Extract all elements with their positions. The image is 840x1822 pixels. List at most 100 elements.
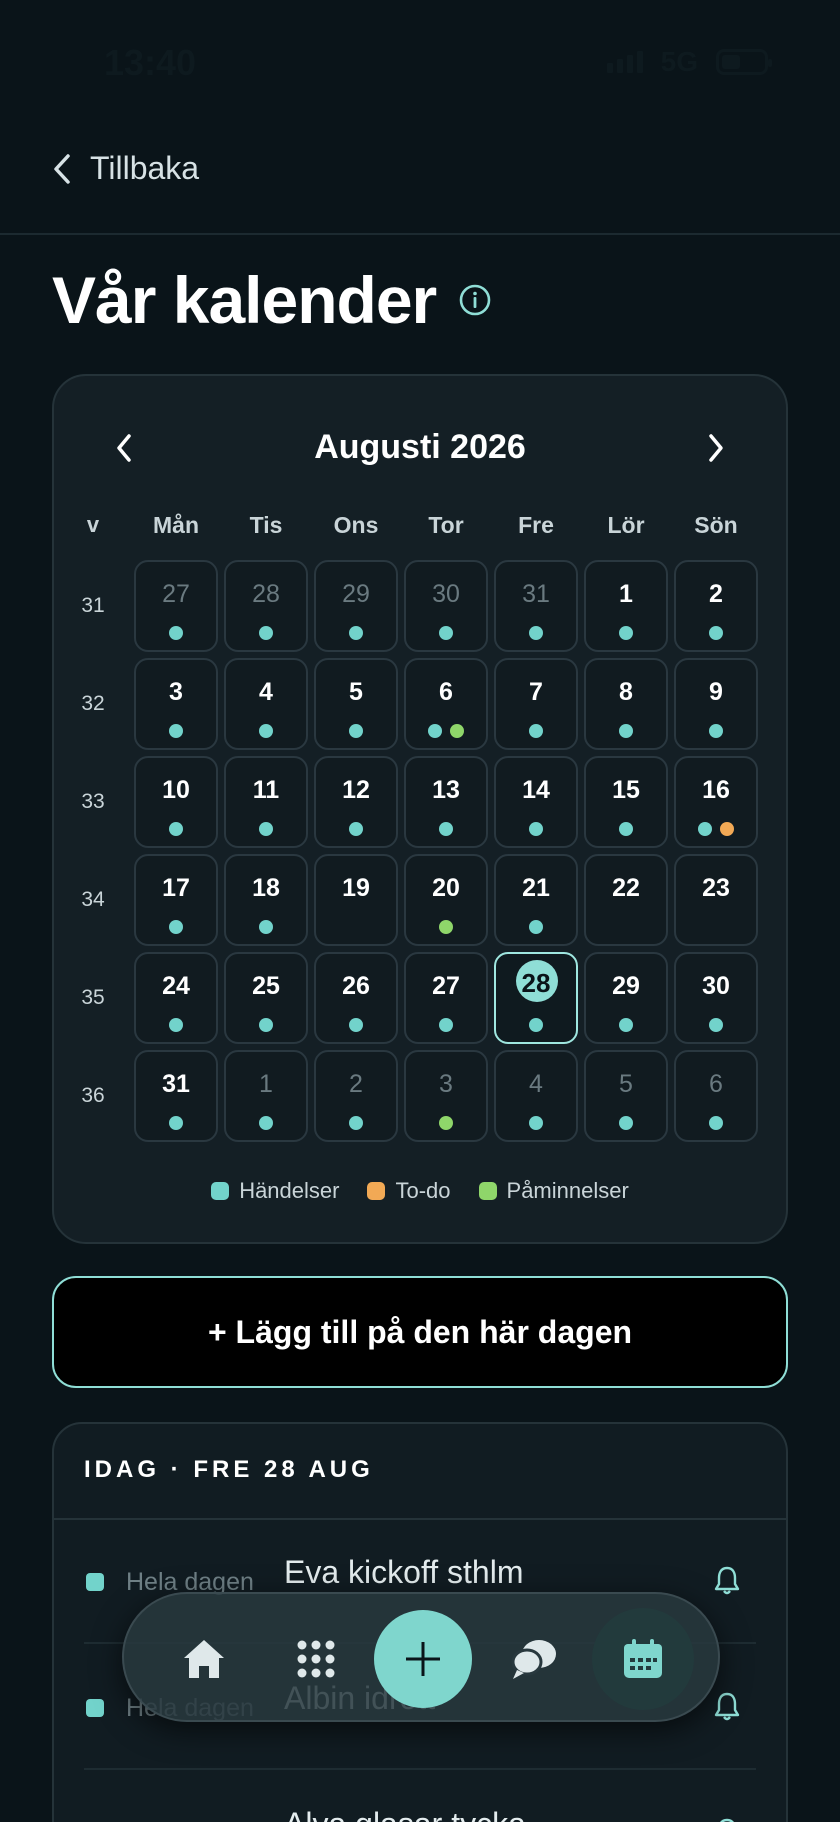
day-number: 13 <box>432 776 460 804</box>
day-cell[interactable]: 25 <box>224 952 308 1044</box>
day-cell[interactable]: 3 <box>404 1050 488 1142</box>
day-cell[interactable]: 27 <box>134 560 218 652</box>
day-number: 27 <box>432 972 460 1000</box>
day-cell[interactable]: 4 <box>494 1050 578 1142</box>
day-cell[interactable]: 4 <box>224 658 308 750</box>
day-cell[interactable]: 23 <box>674 854 758 946</box>
day-cell[interactable]: 28 <box>224 560 308 652</box>
day-cell[interactable]: 6 <box>674 1050 758 1142</box>
day-cell[interactable]: 8 <box>584 658 668 750</box>
week-number: 36 <box>81 1084 105 1107</box>
day-cell[interactable]: 3 <box>134 658 218 750</box>
day-cell[interactable]: 21 <box>494 854 578 946</box>
day-number: 5 <box>349 678 363 706</box>
day-cell[interactable]: 20 <box>404 854 488 946</box>
day-cell[interactable]: 16 <box>674 756 758 848</box>
page-title-row: Vår kalender <box>52 262 492 338</box>
reminder-dot <box>439 920 453 934</box>
week-number: 32 <box>81 692 105 715</box>
day-cell[interactable]: 27 <box>404 952 488 1044</box>
signal-icon <box>606 51 643 73</box>
event-dot <box>439 1018 453 1032</box>
bell-icon[interactable] <box>712 1564 742 1596</box>
tab-home[interactable] <box>154 1609 254 1709</box>
day-cell[interactable]: 18 <box>224 854 308 946</box>
event-dot <box>709 626 723 640</box>
calendar-header: Augusti 2026 <box>54 422 786 472</box>
day-dots <box>496 1116 576 1130</box>
weekday-label: Sön <box>694 512 738 538</box>
day-cell[interactable]: 2 <box>314 1050 398 1142</box>
event-type-swatch <box>86 1573 104 1591</box>
event-dot <box>259 1018 273 1032</box>
event-dot <box>349 1018 363 1032</box>
status-bar: 13:40 5G <box>0 0 840 120</box>
tab-calendar[interactable] <box>592 1608 694 1710</box>
day-number: 17 <box>162 874 190 902</box>
status-indicators: 5G <box>606 46 772 78</box>
day-dots <box>586 724 666 738</box>
day-cell[interactable]: 29 <box>314 560 398 652</box>
day-cell[interactable]: 5 <box>584 1050 668 1142</box>
bell-icon[interactable] <box>712 1816 742 1822</box>
day-cell[interactable]: 31 <box>494 560 578 652</box>
event-dot <box>439 822 453 836</box>
day-cell[interactable]: 6 <box>404 658 488 750</box>
event-dot <box>439 626 453 640</box>
day-cell[interactable]: 11 <box>224 756 308 848</box>
day-cell[interactable]: 7 <box>494 658 578 750</box>
day-cell[interactable]: 29 <box>584 952 668 1044</box>
tab-chat[interactable] <box>484 1609 584 1709</box>
day-number: 26 <box>342 972 370 1000</box>
day-cell[interactable]: 12 <box>314 756 398 848</box>
event-title: Eva kickoff sthlm <box>284 1554 524 1590</box>
event-dot <box>529 724 543 738</box>
event-dot <box>169 626 183 640</box>
day-cell[interactable]: 17 <box>134 854 218 946</box>
day-cell[interactable]: 5 <box>314 658 398 750</box>
day-dots <box>136 920 216 934</box>
info-icon[interactable] <box>458 283 492 317</box>
day-dots <box>136 724 216 738</box>
day-cell[interactable]: 10 <box>134 756 218 848</box>
week-number: 31 <box>81 594 105 617</box>
day-dots <box>136 626 216 640</box>
legend-label: To-do <box>395 1178 451 1203</box>
tab-add-button[interactable] <box>374 1610 472 1708</box>
event-dot <box>349 626 363 640</box>
day-cell[interactable]: 1 <box>224 1050 308 1142</box>
day-cell[interactable]: 31 <box>134 1050 218 1142</box>
day-cell[interactable]: 15 <box>584 756 668 848</box>
day-number: 12 <box>342 776 370 804</box>
day-number: 21 <box>522 874 550 902</box>
day-cell[interactable]: 13 <box>404 756 488 848</box>
row-divider <box>84 1768 756 1770</box>
event-dot <box>619 1116 633 1130</box>
day-number: 28 <box>521 968 551 998</box>
day-number: 2 <box>709 580 723 608</box>
week-number: 35 <box>81 986 105 1009</box>
week-column-label: v <box>86 512 100 537</box>
day-number: 22 <box>612 874 640 902</box>
event-row[interactable]: Hela dagenAlva glasar tycka <box>54 1772 786 1822</box>
day-cell[interactable]: 1 <box>584 560 668 652</box>
day-cell[interactable]: 22 <box>584 854 668 946</box>
next-month-button[interactable] <box>696 428 736 468</box>
day-cell[interactable]: 9 <box>674 658 758 750</box>
add-to-day-button[interactable]: + Lägg till på den här dagen <box>52 1276 788 1388</box>
day-dots <box>586 822 666 836</box>
day-cell[interactable]: 14 <box>494 756 578 848</box>
day-cell[interactable]: 2 <box>674 560 758 652</box>
tab-apps[interactable] <box>266 1609 366 1709</box>
day-cell[interactable]: 30 <box>404 560 488 652</box>
event-dot <box>169 920 183 934</box>
day-cell[interactable]: 26 <box>314 952 398 1044</box>
day-cell[interactable]: 24 <box>134 952 218 1044</box>
day-cell[interactable]: 19 <box>314 854 398 946</box>
back-button[interactable]: Tillbaka <box>50 150 199 187</box>
day-cell-today[interactable]: 28 <box>494 952 578 1044</box>
day-cell[interactable]: 30 <box>674 952 758 1044</box>
bell-icon[interactable] <box>712 1690 742 1722</box>
day-number: 31 <box>522 580 550 608</box>
day-dots <box>316 1018 396 1032</box>
